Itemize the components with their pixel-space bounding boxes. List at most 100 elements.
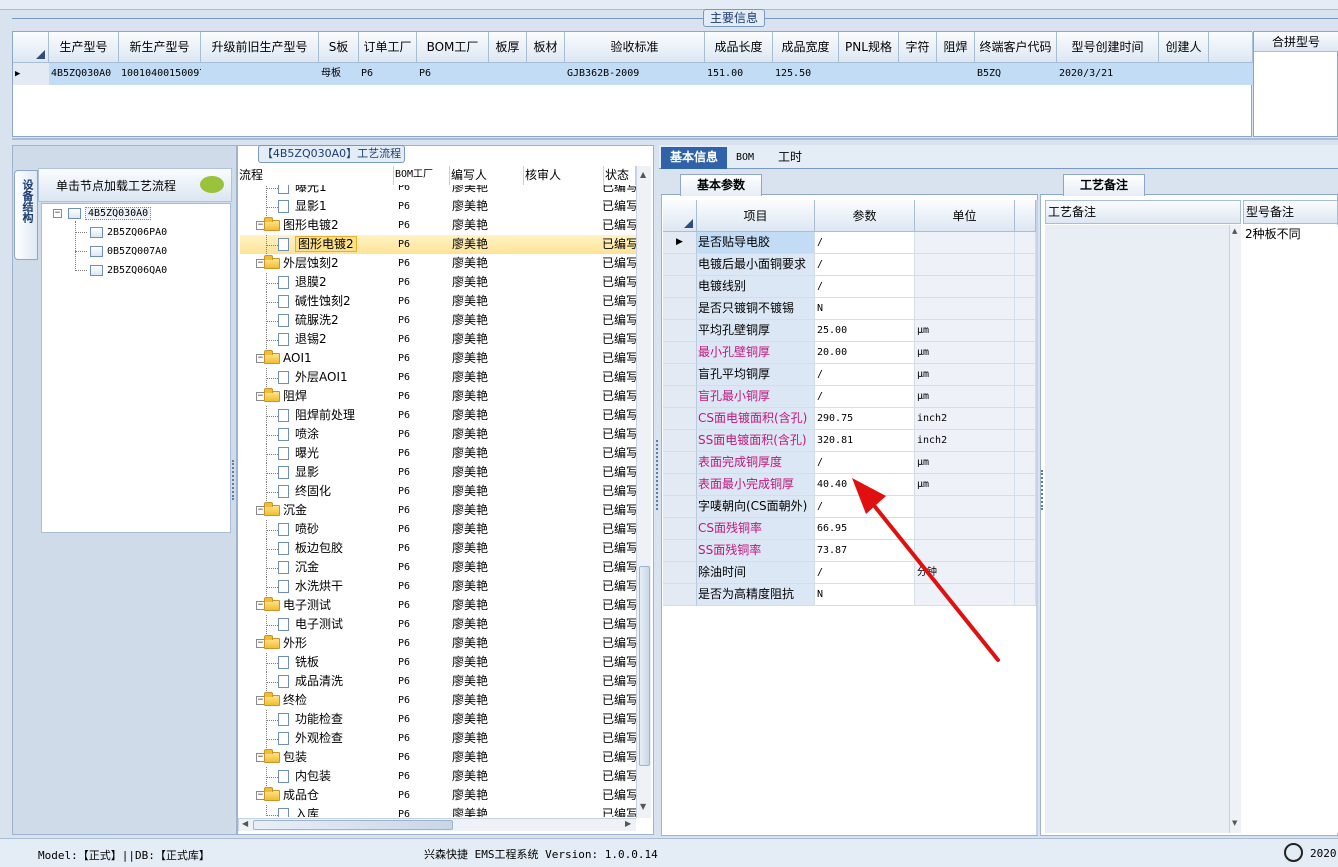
splitter-handle-2[interactable] xyxy=(656,440,659,510)
tree-node[interactable]: 2B5ZQ06PA0 xyxy=(90,223,167,242)
flow-row[interactable]: − 沉金 P6 廖美艳 已编写 xyxy=(240,501,636,520)
params-col-header[interactable]: 参数 xyxy=(815,200,915,232)
flow-col-header[interactable]: 状态 xyxy=(604,166,636,185)
flow-col-header[interactable]: 核审人 xyxy=(524,166,604,185)
params-row[interactable]: 最小孔壁铜厚 20.00 μm xyxy=(663,342,1036,364)
params-row[interactable]: 盲孔最小铜厚 / μm xyxy=(663,386,1036,408)
scroll-up-icon[interactable]: ▲ xyxy=(1232,227,1237,235)
flow-row[interactable]: 显影1 P6 廖美艳 已编写 xyxy=(240,197,636,216)
flow-row[interactable]: − 图形电镀2 P6 廖美艳 已编写 xyxy=(240,216,636,235)
flow-row[interactable]: 喷涂 P6 廖美艳 已编写 xyxy=(240,425,636,444)
main-col-header[interactable]: 成品宽度 xyxy=(773,32,839,63)
scroll-right-icon[interactable]: ▶ xyxy=(625,819,631,828)
flow-row[interactable]: 喷砂 P6 廖美艳 已编写 xyxy=(240,520,636,539)
flow-col-header[interactable]: 编写人 xyxy=(450,166,524,185)
main-col-header[interactable]: 板厚 xyxy=(489,32,527,63)
flow-row[interactable]: 电子测试 P6 廖美艳 已编写 xyxy=(240,615,636,634)
tree-node[interactable]: 0B5ZQ007A0 xyxy=(90,242,167,261)
params-row[interactable]: 平均孔壁铜厚 25.00 μm xyxy=(663,320,1036,342)
flow-hscroll-thumb[interactable] xyxy=(253,820,453,830)
flow-row[interactable]: − 成品仓 P6 廖美艳 已编写 xyxy=(240,786,636,805)
flow-row[interactable]: − AOI1 P6 廖美艳 已编写 xyxy=(240,349,636,368)
flow-row[interactable]: 水洗烘干 P6 廖美艳 已编写 xyxy=(240,577,636,596)
main-col-header[interactable]: 板材 xyxy=(527,32,565,63)
flow-scrollbar[interactable]: ▲ ▼ xyxy=(636,166,651,818)
param-value[interactable]: 320.81 xyxy=(815,430,915,452)
flow-row[interactable]: − 外层蚀刻2 P6 廖美艳 已编写 xyxy=(240,254,636,273)
param-value[interactable]: / xyxy=(815,254,915,276)
flow-row[interactable]: 铣板 P6 廖美艳 已编写 xyxy=(240,653,636,672)
params-col-header[interactable]: 单位 xyxy=(915,200,1015,232)
main-info-grid[interactable]: 生产型号 新生产型号 升级前旧生产型号 S板 订单工厂 BOM工厂 板厚 板材 验收标准 成品长度… xyxy=(12,31,1253,137)
main-col-header[interactable]: 成品长度 xyxy=(705,32,773,63)
main-col-header[interactable]: 型号创建时间 xyxy=(1057,32,1159,63)
params-row[interactable]: 是否只镀铜不镀锡 N xyxy=(663,298,1036,320)
param-value[interactable]: 25.00 xyxy=(815,320,915,342)
load-flow-button[interactable]: 单击节点加载工艺流程 xyxy=(38,168,232,202)
flow-scroll-thumb[interactable] xyxy=(639,566,650,766)
param-value[interactable]: / xyxy=(815,232,915,254)
structure-tree[interactable]: − 4B5ZQ030A0 2B5ZQ06PA0 0B5ZQ007A0 2B5ZQ06… xyxy=(41,203,231,533)
structure-side-tab[interactable]: 设备结构 xyxy=(14,170,38,260)
main-col-header[interactable]: PNL规格 xyxy=(839,32,899,63)
main-col-header[interactable]: 生产型号 xyxy=(49,32,119,63)
flow-row[interactable]: 功能检查 P6 廖美艳 已编写 xyxy=(240,710,636,729)
process-remark-text[interactable] xyxy=(1045,225,1229,833)
param-value[interactable]: N xyxy=(815,298,915,320)
flow-row[interactable]: 内包装 P6 廖美艳 已编写 xyxy=(240,767,636,786)
scroll-down-icon[interactable]: ▼ xyxy=(640,802,646,811)
tab-basic-params[interactable]: 基本参数 xyxy=(680,174,762,196)
flow-col-header[interactable]: 流程 xyxy=(238,166,394,185)
flow-row[interactable]: 外观检查 P6 廖美艳 已编写 xyxy=(240,729,636,748)
tab-process-remark[interactable]: 工艺备注 xyxy=(1063,174,1145,196)
tree-node[interactable]: 2B5ZQ06QA0 xyxy=(90,261,167,280)
splitter-handle[interactable] xyxy=(232,460,236,500)
main-col-header[interactable]: 字符 xyxy=(899,32,937,63)
flow-row[interactable]: 阻焊前处理 P6 廖美艳 已编写 xyxy=(240,406,636,425)
tree-root[interactable]: 4B5ZQ030A0 xyxy=(68,204,152,223)
flow-row[interactable]: 外层AOI1 P6 廖美艳 已编写 xyxy=(240,368,636,387)
flow-hscrollbar[interactable]: ◀ ▶ xyxy=(238,818,636,831)
flow-row[interactable]: − 终检 P6 廖美艳 已编写 xyxy=(240,691,636,710)
main-col-header[interactable]: 创建人 xyxy=(1159,32,1209,63)
scroll-down-icon[interactable]: ▼ xyxy=(1232,819,1237,827)
param-value[interactable]: / xyxy=(815,386,915,408)
main-col-header[interactable]: 终端客户代码 xyxy=(975,32,1057,63)
params-row[interactable]: ▶ 是否贴导电胶 / xyxy=(663,232,1036,254)
flow-row[interactable]: 碱性蚀刻2 P6 廖美艳 已编写 xyxy=(240,292,636,311)
flow-row[interactable]: 退锡2 P6 廖美艳 已编写 xyxy=(240,330,636,349)
params-row[interactable]: 电镀线别 / xyxy=(663,276,1036,298)
remark-scrollbar[interactable]: ▲ ▼ xyxy=(1229,225,1241,833)
params-row[interactable]: 电镀后最小面铜要求 / xyxy=(663,254,1036,276)
main-info-row[interactable]: ▶ 4B5ZQ030A0 10010400150097 母板 P6 P6 GJB362B-2… xyxy=(13,63,1253,85)
main-col-header[interactable]: 升级前旧生产型号 xyxy=(201,32,319,63)
params-row[interactable]: SS面电镀面积(含孔) 320.81 inch2 xyxy=(663,430,1036,452)
flow-row[interactable]: 成品清洗 P6 廖美艳 已编写 xyxy=(240,672,636,691)
param-value[interactable]: / xyxy=(815,364,915,386)
flow-col-header[interactable]: BOM工厂 xyxy=(394,166,450,185)
flow-row[interactable]: 曝光 P6 廖美艳 已编写 xyxy=(240,444,636,463)
splitter-handle-3[interactable] xyxy=(1041,470,1044,510)
info-tab[interactable]: 基本信息 xyxy=(661,147,727,169)
main-col-header[interactable]: S板 xyxy=(319,32,359,63)
main-col-header[interactable]: 验收标准 xyxy=(565,32,705,63)
flow-row[interactable]: − 阻焊 P6 廖美艳 已编写 xyxy=(240,387,636,406)
info-tab[interactable]: 工时 xyxy=(770,147,810,169)
flow-row[interactable]: 硫脲洗2 P6 廖美艳 已编写 xyxy=(240,311,636,330)
splitter[interactable] xyxy=(12,138,1338,140)
flow-row[interactable]: − 包装 P6 廖美艳 已编写 xyxy=(240,748,636,767)
flow-row[interactable]: 显影 P6 廖美艳 已编写 xyxy=(240,463,636,482)
param-value[interactable]: 20.00 xyxy=(815,342,915,364)
merge-model-panel[interactable]: 合拼型号 xyxy=(1253,31,1338,137)
flow-row[interactable]: 沉金 P6 廖美艳 已编写 xyxy=(240,558,636,577)
flow-row[interactable]: 板边包胶 P6 廖美艳 已编写 xyxy=(240,539,636,558)
main-col-header[interactable]: 阻焊 xyxy=(937,32,975,63)
flow-row[interactable]: 入库 P6 廖美艳 已编写 xyxy=(240,805,636,817)
flow-row[interactable]: 曝光1 P6 廖美艳 已编写 xyxy=(240,185,636,197)
main-col-header[interactable]: BOM工厂 xyxy=(417,32,489,63)
params-col-header[interactable]: 项目 xyxy=(697,200,815,232)
collapse-icon[interactable]: − xyxy=(53,209,62,218)
params-row[interactable]: 盲孔平均铜厚 / μm xyxy=(663,364,1036,386)
scroll-left-icon[interactable]: ◀ xyxy=(242,819,248,828)
flow-row[interactable]: 退膜2 P6 廖美艳 已编写 xyxy=(240,273,636,292)
